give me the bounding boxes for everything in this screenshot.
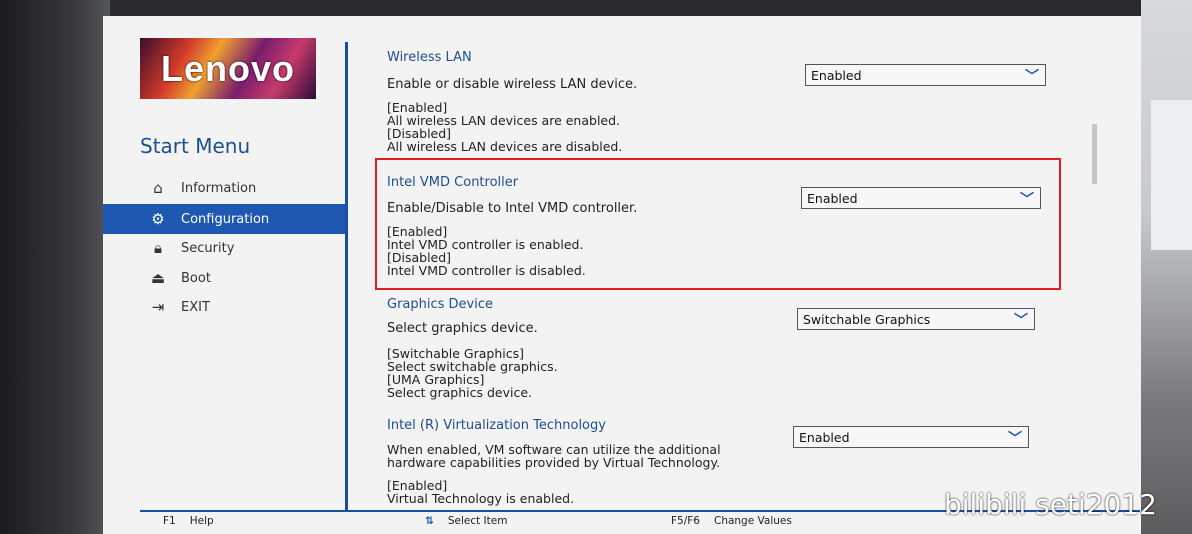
setting-title-intel-vmd: Intel VMD Controller [387, 175, 519, 190]
sidebar-divider [345, 42, 348, 512]
setting-desc-graphics-device: Select graphics device. [387, 321, 538, 336]
footer-help: F1 Help [163, 515, 214, 527]
lenovo-logo: Lenovo [140, 38, 316, 99]
sidebar-item-label: Security [181, 240, 235, 256]
chevron-down-icon: ﹀ [1014, 313, 1028, 329]
chevron-down-icon: ﹀ [1020, 192, 1034, 208]
sidebar-item-label: Configuration [181, 211, 270, 227]
setting-help-virtualization: [Enabled] Virtual Technology is enabled. [387, 478, 575, 506]
background-right [1141, 0, 1192, 534]
monitor-bezel-left [0, 0, 110, 534]
setting-help-wireless-lan: [Enabled] All wireless LAN devices are e… [387, 100, 623, 154]
setting-help-graphics-device: [Switchable Graphics] Select switchable … [387, 346, 558, 400]
sidebar-item-exit[interactable]: ⇥ EXIT [103, 292, 347, 322]
sidebar-item-label: Information [181, 180, 257, 196]
wireless-lan-dropdown[interactable]: Enabled ﹀ [805, 64, 1046, 86]
setting-desc-intel-vmd: Enable/Disable to Intel VMD controller. [387, 201, 638, 216]
sidebar-item-configuration[interactable]: ⚙ Configuration [103, 204, 347, 234]
exit-icon: ⇥ [151, 298, 165, 316]
sidebar-item-boot[interactable]: ⏏ Boot [103, 263, 347, 293]
setting-desc-wireless-lan: Enable or disable wireless LAN device. [387, 77, 638, 92]
setting-title-graphics-device: Graphics Device [387, 297, 493, 312]
chevron-down-icon: ﹀ [1025, 69, 1039, 85]
footer-change-values: F5/F6 Change Values [671, 515, 792, 527]
sidebar-item-information[interactable]: ⌂ Information [103, 173, 347, 203]
setting-title-wireless-lan: Wireless LAN [387, 50, 472, 65]
boot-icon: ⏏ [150, 269, 166, 287]
chevron-down-icon: ﹀ [1008, 431, 1022, 447]
sidebar-item-label: EXIT [181, 299, 210, 315]
graphics-device-dropdown[interactable]: Switchable Graphics ﹀ [797, 308, 1035, 330]
scrollbar-thumb[interactable] [1092, 124, 1097, 184]
bios-screen: Lenovo Start Menu ⌂ Information ⚙ Config… [103, 16, 1141, 534]
virtualization-dropdown[interactable]: Enabled ﹀ [793, 426, 1029, 448]
intel-vmd-dropdown[interactable]: Enabled ﹀ [801, 187, 1041, 209]
setting-help-intel-vmd: [Enabled] Intel VMD controller is enable… [387, 224, 586, 278]
footer-select-item: ⇅ Select Item [425, 515, 508, 527]
sidebar-item-label: Boot [181, 270, 211, 286]
config-icon: ⚙ [151, 210, 165, 228]
lock-icon: 🔒︎ [154, 239, 162, 257]
home-icon: ⌂ [153, 179, 163, 197]
sidebar-item-security[interactable]: 🔒︎ Security [103, 233, 347, 263]
setting-title-virtualization: Intel (R) Virtualization Technology [387, 418, 606, 433]
video-watermark: bilibili seti2012 [944, 488, 1157, 521]
setting-desc-virtualization: When enabled, VM software can utilize th… [387, 442, 721, 470]
start-menu-title: Start Menu [140, 134, 251, 158]
